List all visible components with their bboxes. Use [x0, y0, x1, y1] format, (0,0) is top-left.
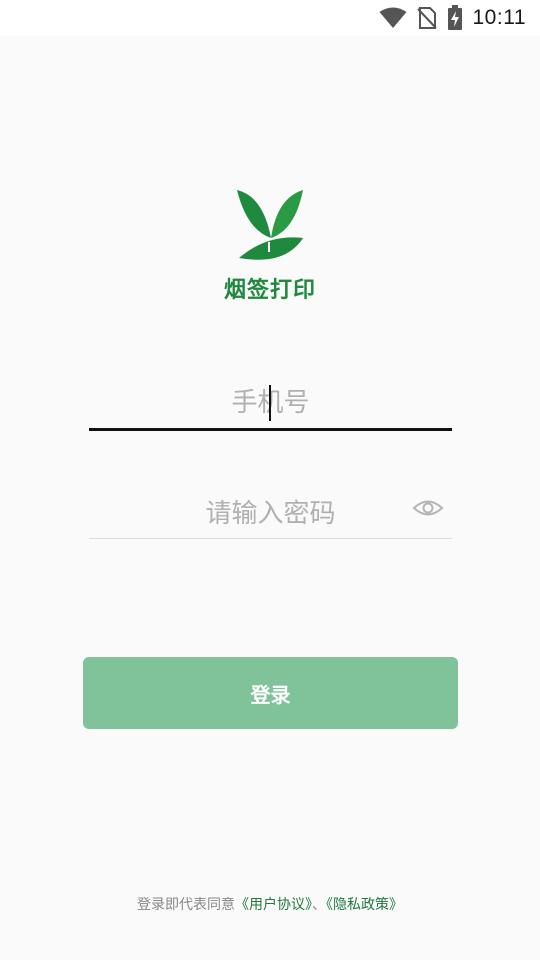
password-field[interactable]: [89, 490, 452, 539]
login-button[interactable]: 登录: [83, 657, 458, 729]
phone-field[interactable]: [89, 378, 452, 431]
user-agreement-link[interactable]: 《用户协议》: [235, 897, 312, 913]
app-logo: 烟签打印: [0, 186, 540, 304]
privacy-policy-link[interactable]: 《隐私政策》: [326, 897, 403, 913]
no-sim-icon: [416, 7, 437, 29]
text-caret: [269, 385, 271, 421]
status-time: 10:11: [472, 6, 526, 29]
agreement-footer: 登录即代表同意《用户协议》、《隐私政策》: [0, 894, 540, 914]
status-bar: 10:11: [0, 0, 540, 36]
status-icons: 10:11: [379, 0, 527, 36]
app-name: 烟签打印: [223, 278, 316, 303]
battery-charging-icon: [447, 5, 462, 30]
agreement-separator: 、: [312, 897, 326, 913]
wifi-icon: [379, 7, 406, 28]
password-input[interactable]: [89, 490, 452, 538]
agreement-prefix: 登录即代表同意: [137, 897, 235, 913]
eye-icon[interactable]: [412, 496, 444, 520]
leaf-y-logo: [237, 190, 303, 260]
